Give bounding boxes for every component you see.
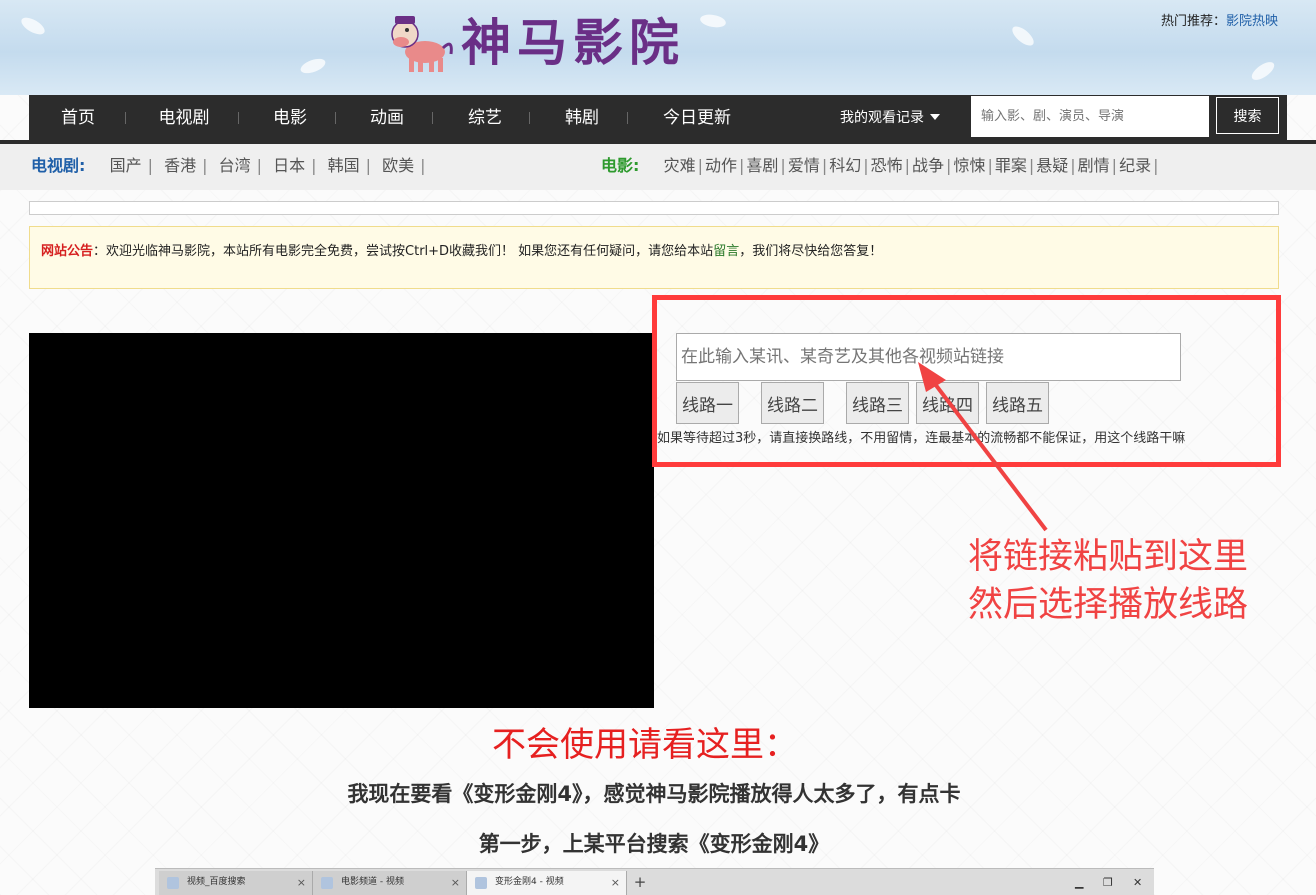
minimize-icon[interactable]: ▁ xyxy=(1075,871,1083,894)
guide-heading: 不会使用请看这里： xyxy=(492,725,798,765)
category-link[interactable]: 灾难 xyxy=(664,156,696,175)
category-bar: 电视剧: 国产 | 香港 | 台湾 | 日本 | 韩国 | 欧美 | 电影: 灾难 | 动作 | 喜… xyxy=(0,144,1316,190)
line-3-button[interactable]: 线路三 xyxy=(846,382,909,424)
site-search-input[interactable] xyxy=(971,96,1209,137)
category-link[interactable]: 科幻 xyxy=(829,156,861,175)
nav-divider xyxy=(432,112,433,124)
hot-link[interactable]: 影院热映 xyxy=(1226,14,1278,29)
category-link[interactable]: 纪录 xyxy=(1119,156,1151,175)
nav-divider xyxy=(238,112,239,124)
empty-banner xyxy=(29,201,1279,215)
annotation-line-1: 将链接粘贴到这里 xyxy=(968,537,1249,577)
category-link[interactable]: 韩国 xyxy=(328,156,360,175)
tv-categories: 电视剧: 国产 | 香港 | 台湾 | 日本 | 韩国 | 欧美 | xyxy=(31,156,426,175)
window-close-icon[interactable]: ✕ xyxy=(1133,871,1142,894)
tab-favicon-icon xyxy=(321,877,333,889)
browser-tab[interactable]: 视频_百度搜索 × xyxy=(159,871,313,895)
new-tab-icon[interactable]: + xyxy=(630,871,650,894)
tab-title: 视频_百度搜索 xyxy=(187,877,246,887)
line-5-button[interactable]: 线路五 xyxy=(986,382,1049,424)
main-nav: 首页 电视剧 电影 动画 综艺 韩剧 今日更新 我的观看记录 搜索 xyxy=(29,95,1287,140)
caret-down-icon xyxy=(930,114,940,120)
close-icon[interactable]: × xyxy=(611,871,620,894)
nav-divider xyxy=(529,112,530,124)
nav-item-movie[interactable]: 电影 xyxy=(253,95,327,140)
category-link[interactable]: 欧美 xyxy=(382,156,414,175)
tab-favicon-icon xyxy=(475,877,487,889)
line-1-button[interactable]: 线路一 xyxy=(676,382,739,424)
line-4-button[interactable]: 线路四 xyxy=(916,382,979,424)
category-link[interactable]: 动作 xyxy=(705,156,737,175)
annotation-text: 将链接粘贴到这里 然后选择播放线路 xyxy=(968,533,1248,629)
close-icon[interactable]: × xyxy=(451,871,460,894)
tab-title: 电影频道 - 视频 xyxy=(341,877,404,887)
category-link[interactable]: 战争 xyxy=(912,156,944,175)
movie-categories: 电影: 灾难 | 动作 | 喜剧 | 爱情 | 科幻 | 恐怖 | 战争 | 惊悚 | 罪案 | 悬疑 | 剧情 | 纪录 | xyxy=(601,156,1159,175)
line-switch-tip: 如果等待超过3秒，请直接换路线，不用留情，连最基本的流畅都不能保证，用这个线路干… xyxy=(657,431,1186,446)
nav-divider xyxy=(627,112,628,124)
nav-item-today[interactable]: 今日更新 xyxy=(647,95,747,140)
tab-title: 变形金刚4 - 视频 xyxy=(495,877,564,887)
site-notice: 网站公告：欢迎光临神马影院，本站所有电影完全免费，尝试按Ctrl+D收藏我们！ … xyxy=(29,226,1279,289)
petal-decoration xyxy=(18,14,48,38)
watch-history-dropdown[interactable]: 我的观看记录 xyxy=(840,95,940,140)
nav-item-variety[interactable]: 综艺 xyxy=(447,95,523,140)
site-logo[interactable]: 神马影院 xyxy=(385,8,685,78)
close-icon[interactable]: × xyxy=(297,871,306,894)
notice-text: ：欢迎光临神马影院，本站所有电影完全免费，尝试按Ctrl+D收藏我们！ 如果您还… xyxy=(93,244,714,259)
guide-intro: 我现在要看《变形金刚4》，感觉神马影院播放得人太多了，有点卡 xyxy=(347,782,961,806)
tv-category-title: 电视剧: xyxy=(31,156,86,175)
nav-item-kdrama[interactable]: 韩剧 xyxy=(544,95,620,140)
browser-tab-strip: 视频_百度搜索 × 电影频道 - 视频 × 变形金刚4 - 视频 × + ▁ ❐ ✕ xyxy=(155,868,1154,895)
category-link[interactable]: 恐怖 xyxy=(871,156,903,175)
browser-tab[interactable]: 电影频道 - 视频 × xyxy=(313,871,467,895)
category-link[interactable]: 国产 xyxy=(110,156,142,175)
category-link[interactable]: 悬疑 xyxy=(1036,156,1068,175)
petal-decoration xyxy=(298,55,328,77)
restore-icon[interactable]: ❐ xyxy=(1103,871,1113,894)
nav-item-home[interactable]: 首页 xyxy=(41,95,115,140)
guide-step-1: 第一步，上某平台搜索《变形金刚4》 xyxy=(478,832,830,856)
category-link[interactable]: 台湾 xyxy=(219,156,251,175)
line-2-button[interactable]: 线路二 xyxy=(761,382,824,424)
petal-decoration xyxy=(1009,23,1037,49)
site-header: 神马影院 热门推荐：影院热映 xyxy=(0,0,1316,95)
notice-label: 网站公告 xyxy=(41,244,94,259)
horse-icon xyxy=(391,16,453,72)
nav-item-tv[interactable]: 电视剧 xyxy=(139,95,229,140)
petal-decoration xyxy=(1248,58,1278,84)
category-link[interactable]: 喜剧 xyxy=(746,156,778,175)
movie-category-title: 电影: xyxy=(601,156,640,175)
tab-favicon-icon xyxy=(167,877,179,889)
category-link[interactable]: 惊悚 xyxy=(953,156,985,175)
watch-history-label: 我的观看记录 xyxy=(840,110,924,126)
category-link[interactable]: 日本 xyxy=(273,156,305,175)
nav-divider xyxy=(125,112,126,124)
category-link[interactable]: 剧情 xyxy=(1078,156,1110,175)
message-link[interactable]: 留言 xyxy=(713,244,739,259)
hot-recommend: 热门推荐：影院热映 xyxy=(1161,10,1278,29)
video-player[interactable] xyxy=(29,333,654,708)
category-link[interactable]: 爱情 xyxy=(788,156,820,175)
petal-decoration xyxy=(699,12,727,30)
site-search-button[interactable]: 搜索 xyxy=(1216,97,1279,134)
annotation-line-2: 然后选择播放线路 xyxy=(968,585,1249,625)
notice-text-end: ，我们将尽快给您答复！ xyxy=(739,244,883,259)
nav-divider xyxy=(335,112,336,124)
video-url-input[interactable] xyxy=(676,333,1181,381)
category-link[interactable]: 香港 xyxy=(164,156,196,175)
hot-label: 热门推荐： xyxy=(1160,14,1226,29)
category-link[interactable]: 罪案 xyxy=(995,156,1027,175)
site-name: 神马影院 xyxy=(461,13,685,72)
browser-tab-active[interactable]: 变形金刚4 - 视频 × xyxy=(467,871,627,895)
nav-item-anime[interactable]: 动画 xyxy=(349,95,425,140)
